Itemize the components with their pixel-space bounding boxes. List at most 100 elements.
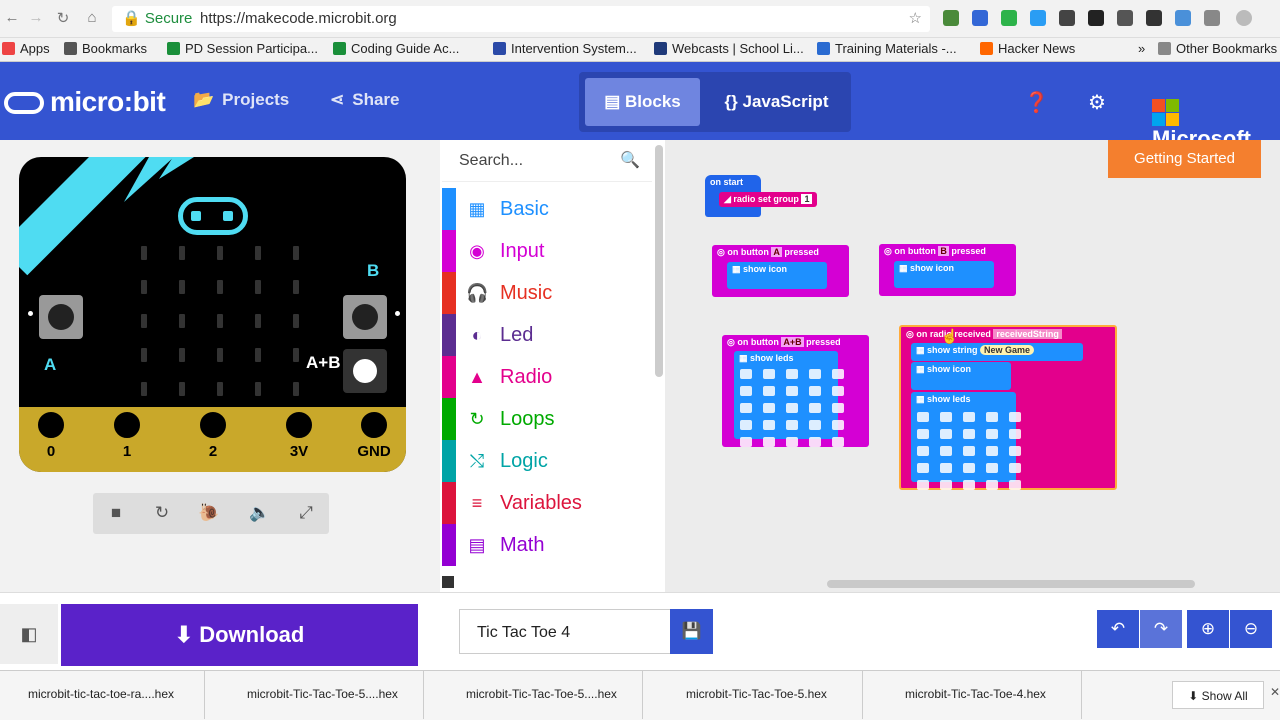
led-cell[interactable] [940, 446, 952, 456]
getting-started-button[interactable]: Getting Started [1108, 140, 1261, 178]
led-cell[interactable] [832, 386, 844, 396]
blocks-workspace[interactable]: on start ◢ radio set group 1 ◎ on button… [665, 140, 1280, 592]
stop-icon[interactable]: ■ [106, 503, 126, 523]
gear-icon[interactable]: ⚙ [1088, 90, 1106, 115]
led-cell[interactable] [1009, 463, 1021, 473]
projects-button[interactable]: 📂 Projects [193, 90, 289, 110]
bookmark-other[interactable]: Other Bookmarks [1158, 41, 1277, 56]
search-icon[interactable]: 🔍 [620, 140, 640, 182]
led-cell[interactable] [786, 369, 798, 379]
led-cell[interactable] [986, 446, 998, 456]
button-b[interactable] [343, 295, 387, 339]
extension-icon[interactable] [1001, 10, 1017, 26]
bookmark-bookmarks[interactable]: Bookmarks [64, 41, 147, 56]
zoom-out-button[interactable]: ⊖ [1230, 610, 1272, 648]
led-cell[interactable] [940, 480, 952, 490]
category-logic[interactable]: ⤭ Logic [442, 440, 652, 482]
led-cell[interactable] [917, 480, 929, 490]
download-item[interactable]: microbit-Tic-Tac-Toe-5....hex [438, 671, 643, 719]
led-cell[interactable] [809, 369, 821, 379]
led-cell[interactable] [963, 429, 975, 439]
led-cell[interactable] [963, 412, 975, 422]
led-cell[interactable] [1009, 429, 1021, 439]
address-bar[interactable]: 🔒 Secure https://makecode.microbit.org ☆ [112, 6, 930, 32]
bookmark-intervention[interactable]: Intervention System... [493, 41, 637, 56]
toolbox-scrollbar[interactable] [655, 145, 663, 377]
cast-icon[interactable] [1204, 10, 1220, 26]
microbit-logo[interactable]: micro:bit [4, 86, 166, 118]
led-cell[interactable] [809, 437, 821, 447]
led-cell[interactable] [763, 386, 775, 396]
extension-icon[interactable] [1030, 10, 1046, 26]
led-cell[interactable] [786, 403, 798, 413]
slowmo-icon[interactable]: 🐌 [198, 503, 219, 523]
led-cell[interactable] [940, 429, 952, 439]
pin-gnd[interactable] [356, 407, 392, 443]
pin-0[interactable] [33, 407, 69, 443]
sound-icon[interactable]: 🔈 [249, 503, 270, 523]
led-cell[interactable] [986, 463, 998, 473]
bookmark-webcasts[interactable]: Webcasts | School Li... [654, 41, 804, 56]
toolbox-search[interactable]: Search... 🔍 [442, 140, 652, 182]
category-variables[interactable]: ≡ Variables [442, 482, 652, 524]
show-icon-block[interactable]: ▦ show icon [911, 362, 1011, 390]
led-cell[interactable] [786, 386, 798, 396]
close-icon[interactable]: ✕ [1270, 685, 1280, 699]
led-cell[interactable] [917, 446, 929, 456]
led-cell[interactable] [986, 412, 998, 422]
led-cell[interactable] [763, 420, 775, 430]
led-cell[interactable] [763, 369, 775, 379]
back-icon[interactable]: ← [2, 9, 22, 26]
pin-3v[interactable] [281, 407, 317, 443]
project-name-input[interactable]: Tic Tac Toe 4 [459, 609, 671, 654]
led-cell[interactable] [740, 403, 752, 413]
blocks-tab[interactable]: ▤ Blocks [585, 78, 700, 126]
led-cell[interactable] [740, 369, 752, 379]
zoom-in-button[interactable]: ⊕ [1187, 610, 1229, 648]
category-led[interactable]: ◐ Led [442, 314, 652, 356]
bookmark-apps[interactable]: Apps [2, 41, 50, 56]
led-cell[interactable] [809, 420, 821, 430]
led-cell[interactable] [986, 429, 998, 439]
show-string-block[interactable]: ▦ show string New Game [911, 343, 1083, 361]
led-cell[interactable] [786, 420, 798, 430]
led-cell[interactable] [740, 437, 752, 447]
workspace-scrollbar[interactable] [827, 580, 1195, 588]
led-cell[interactable] [763, 437, 775, 447]
led-cell[interactable] [963, 480, 975, 490]
bookmark-overflow-icon[interactable]: » [1138, 41, 1145, 56]
undo-button[interactable]: ↶ [1097, 610, 1139, 648]
category-input[interactable]: ◉ Input [442, 230, 652, 272]
button-ab[interactable] [343, 349, 387, 393]
share-button[interactable]: ⋖ Share [330, 90, 400, 110]
download-item[interactable]: microbit-tic-tac-toe-ra....hex [0, 671, 205, 719]
led-cell[interactable] [940, 412, 952, 422]
category-music[interactable]: 🎧 Music [442, 272, 652, 314]
led-cell[interactable] [786, 437, 798, 447]
led-cell[interactable] [809, 386, 821, 396]
led-cell[interactable] [740, 386, 752, 396]
forward-icon[interactable]: → [26, 9, 46, 26]
download-item[interactable]: microbit-Tic-Tac-Toe-4.hex [877, 671, 1082, 719]
restart-icon[interactable]: ↻ [152, 503, 172, 523]
download-button[interactable]: ⬇ Download [61, 604, 418, 666]
pin-1[interactable] [109, 407, 145, 443]
led-cell[interactable] [917, 412, 929, 422]
category-math[interactable]: ▤ Math [442, 524, 652, 566]
download-item[interactable]: microbit-Tic-Tac-Toe-5.hex [658, 671, 863, 719]
redo-button[interactable]: ↷ [1140, 610, 1182, 648]
extension-icon[interactable] [1175, 10, 1191, 26]
extension-icon[interactable] [1088, 10, 1104, 26]
profile-icon[interactable] [1236, 10, 1252, 26]
led-cell[interactable] [1009, 480, 1021, 490]
fullscreen-icon[interactable]: ⤢ [296, 503, 316, 523]
javascript-tab[interactable]: {} JavaScript [709, 78, 844, 126]
led-cell[interactable] [963, 446, 975, 456]
download-item[interactable]: microbit-Tic-Tac-Toe-5....hex [219, 671, 424, 719]
led-cell[interactable] [940, 463, 952, 473]
collapse-simulator-button[interactable]: ◧ [0, 604, 58, 664]
help-icon[interactable]: ❓ [1024, 90, 1049, 115]
led-cell[interactable] [986, 480, 998, 490]
show-icon-block[interactable]: ▦ show icon [727, 262, 827, 289]
led-cell[interactable] [740, 420, 752, 430]
